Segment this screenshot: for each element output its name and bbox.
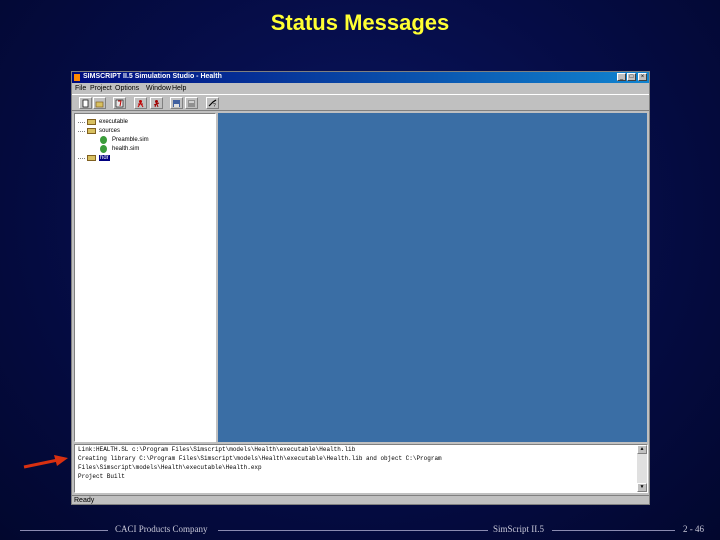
- menu-window[interactable]: Window: [146, 85, 171, 92]
- source-file-icon: [100, 145, 107, 153]
- output-scrollbar[interactable]: ▲ ▼: [637, 445, 647, 492]
- arrow-icon: [23, 455, 68, 469]
- scroll-up-icon[interactable]: ▲: [637, 445, 647, 454]
- window-titlebar[interactable]: SIMSCRIPT II.5 Simulation Studio - Healt…: [72, 72, 649, 83]
- build-icon: [115, 99, 124, 108]
- maximize-button[interactable]: □: [627, 73, 636, 81]
- footer-company: CACI Products Company: [115, 524, 208, 534]
- open-icon: [95, 101, 104, 108]
- toolbar: ?: [72, 94, 649, 111]
- menu-options[interactable]: Options: [115, 85, 139, 92]
- output-line: Files\Simscript\models\Health\executable…: [78, 464, 262, 471]
- output-line: Link:HEALTH.SL c:\Program Files\Simscrip…: [78, 446, 356, 453]
- run-button[interactable]: [134, 97, 147, 109]
- window-title: SIMSCRIPT II.5 Simulation Studio - Healt…: [83, 73, 222, 80]
- slide-footer: CACI Products Company SimScript II.5 2 -…: [0, 522, 720, 538]
- output-window[interactable]: Link:HEALTH.SL c:\Program Files\Simscrip…: [74, 444, 648, 493]
- tree-item-label: sources: [99, 128, 121, 134]
- folder-icon: [87, 155, 96, 161]
- tree-item-label: executable: [99, 119, 129, 125]
- debug-button[interactable]: [150, 97, 163, 109]
- status-bar: Ready: [72, 495, 649, 505]
- disk-icon: [188, 100, 195, 107]
- menu-file[interactable]: File: [75, 85, 86, 92]
- footer-product: SimScript II.5: [493, 524, 544, 534]
- help-icon: ?: [208, 99, 217, 108]
- mdi-workspace[interactable]: [218, 113, 647, 442]
- new-button[interactable]: [79, 97, 92, 109]
- folder-icon: [87, 119, 96, 125]
- close-button[interactable]: ×: [638, 73, 647, 81]
- save-icon: [173, 100, 180, 107]
- output-line: Creating library C:\Program Files\Simscr…: [78, 455, 442, 462]
- save-button[interactable]: [170, 97, 183, 109]
- tree-item-label: health.sim: [112, 146, 140, 152]
- source-file-icon: [100, 136, 107, 144]
- folder-open-icon: [87, 128, 96, 134]
- tree-item-label: hdr: [99, 155, 110, 161]
- new-icon: [82, 99, 89, 108]
- menu-project[interactable]: Project: [90, 85, 112, 92]
- build-button[interactable]: [113, 97, 126, 109]
- menu-bar: File Project Options Window Help: [72, 84, 649, 93]
- help-button[interactable]: ?: [206, 97, 219, 109]
- open-button[interactable]: [93, 97, 106, 109]
- minimize-button[interactable]: _: [617, 73, 626, 81]
- run-icon: [137, 100, 144, 108]
- svg-text:?: ?: [213, 103, 216, 108]
- output-line: Project Built: [78, 473, 125, 480]
- slide-title: Status Messages: [270, 10, 450, 35]
- app-icon: [74, 74, 80, 81]
- debug-icon: [153, 100, 160, 108]
- tree-item-label: Preamble.sim: [112, 137, 149, 143]
- status-text: Ready: [74, 497, 95, 504]
- disk-button[interactable]: [185, 97, 198, 109]
- scroll-down-icon[interactable]: ▼: [637, 483, 647, 492]
- application-window: SIMSCRIPT II.5 Simulation Studio - Healt…: [71, 71, 650, 505]
- project-tree[interactable]: executable sources Preamble.sim health.s…: [74, 113, 216, 442]
- menu-help[interactable]: Help: [172, 85, 186, 92]
- footer-page-number: 2 - 46: [683, 524, 704, 534]
